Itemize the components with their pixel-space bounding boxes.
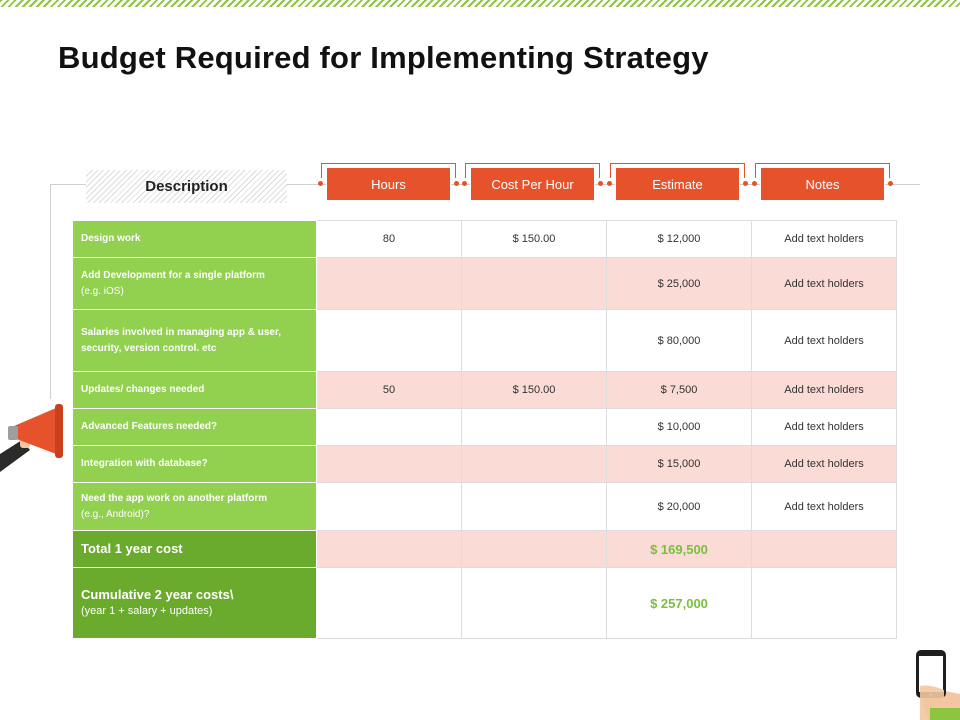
hours-cell: [316, 482, 462, 531]
cost-cell: $ 150.00: [461, 371, 607, 409]
row-label: Total 1 year cost: [72, 530, 317, 568]
hours-cell: [316, 309, 462, 372]
notes-cell: [751, 530, 897, 568]
header-dot: [743, 181, 748, 186]
row-label-text: Add Development for a single platform: [81, 269, 265, 281]
header-cost-per-hour-label: Cost Per Hour: [491, 176, 574, 192]
row-label-text: Cumulative 2 year costs\: [81, 587, 234, 602]
estimate-cell: $ 7,500: [606, 371, 752, 409]
header-estimate-label: Estimate: [652, 176, 703, 192]
estimate-cell: $ 80,000: [606, 309, 752, 372]
hours-cell: [316, 408, 462, 446]
header-dot: [598, 181, 603, 186]
row-label-subtext: (e.g., Android)?: [81, 508, 150, 520]
header-dot: [888, 181, 893, 186]
row-label-text: Need the app work on another platform: [81, 492, 268, 504]
table-row: Design work 80 $ 150.00 $ 12,000 Add tex…: [72, 220, 897, 258]
budget-table: Design work 80 $ 150.00 $ 12,000 Add tex…: [72, 220, 897, 639]
estimate-cell: $ 169,500: [606, 530, 752, 568]
row-label-text: Updates/ changes needed: [81, 384, 205, 395]
megaphone-icon: [0, 404, 63, 472]
cost-cell: [461, 408, 607, 446]
estimate-cell: $ 25,000: [606, 257, 752, 310]
notes-cell: Add text holders: [751, 371, 897, 409]
hours-cell: [316, 567, 462, 639]
header-estimate: Estimate: [607, 163, 748, 201]
header-dot: [752, 181, 757, 186]
estimate-cell: $ 15,000: [606, 445, 752, 483]
table-row-total-1-year: Total 1 year cost $ 169,500: [72, 530, 897, 568]
frame-line-vertical: [50, 184, 51, 399]
table-row-cumulative-2-year: Cumulative 2 year costs\ (year 1 + salary…: [72, 567, 897, 639]
row-label: Need the app work on another platform (e.…: [72, 482, 317, 531]
header-dot: [454, 181, 459, 186]
estimate-cell: $ 10,000: [606, 408, 752, 446]
top-decorative-stripe: [0, 0, 960, 7]
estimate-cell: $ 12,000: [606, 220, 752, 258]
notes-cell: Add text holders: [751, 482, 897, 531]
table-row: Updates/ changes needed 50 $ 150.00 $ 7,…: [72, 371, 897, 409]
row-label-subtext: (e.g. iOS): [81, 285, 124, 297]
row-label: Add Development for a single platform (e.…: [72, 257, 317, 310]
header-hours-label: Hours: [371, 176, 406, 192]
row-label: Advanced Features needed?: [72, 408, 317, 446]
row-label: Cumulative 2 year costs\ (year 1 + salary…: [72, 567, 317, 639]
estimate-cell: $ 257,000: [606, 567, 752, 639]
hours-cell: 50: [316, 371, 462, 409]
row-label: Updates/ changes needed: [72, 371, 317, 409]
cost-cell: [461, 257, 607, 310]
smartphone-icon: [916, 650, 960, 720]
cost-cell: [461, 482, 607, 531]
row-label-text: Advanced Features needed?: [81, 421, 218, 432]
notes-cell: Add text holders: [751, 220, 897, 258]
hours-cell: [316, 530, 462, 568]
hours-cell: 80: [316, 220, 462, 258]
header-dot: [462, 181, 467, 186]
row-label: Salaries involved in managing app & user…: [72, 309, 317, 372]
header-notes-label: Notes: [805, 176, 840, 192]
row-label-text: Design work: [81, 233, 141, 244]
notes-cell: Add text holders: [751, 408, 897, 446]
header-hours: Hours: [318, 163, 459, 201]
table-row: Add Development for a single platform (e.…: [72, 257, 897, 310]
header-dot: [607, 181, 612, 186]
notes-cell: Add text holders: [751, 445, 897, 483]
row-label-text: Total 1 year cost: [81, 541, 183, 556]
cost-cell: [461, 309, 607, 372]
header-dot: [318, 181, 323, 186]
row-label: Design work: [72, 220, 317, 258]
estimate-cell: $ 20,000: [606, 482, 752, 531]
hours-cell: [316, 257, 462, 310]
page-title: Budget Required for Implementing Strateg…: [58, 40, 709, 75]
cost-cell: [461, 567, 607, 639]
row-label-subtext: (year 1 + salary + updates): [81, 605, 213, 617]
cost-cell: [461, 530, 607, 568]
table-row: Salaries involved in managing app & user…: [72, 309, 897, 372]
row-label-text: Salaries involved in managing app & user…: [81, 326, 282, 354]
notes-cell: Add text holders: [751, 257, 897, 310]
row-label: Integration with database?: [72, 445, 317, 483]
header-notes: Notes: [752, 163, 893, 201]
header-cost-per-hour: Cost Per Hour: [462, 163, 603, 201]
table-row: Advanced Features needed? $ 10,000 Add t…: [72, 408, 897, 446]
notes-cell: Add text holders: [751, 309, 897, 372]
cost-cell: $ 150.00: [461, 220, 607, 258]
hours-cell: [316, 445, 462, 483]
cost-cell: [461, 445, 607, 483]
header-description: Description: [86, 170, 287, 203]
table-row: Integration with database? $ 15,000 Add …: [72, 445, 897, 483]
row-label-text: Integration with database?: [81, 458, 208, 469]
table-row: Need the app work on another platform (e.…: [72, 482, 897, 531]
notes-cell: [751, 567, 897, 639]
